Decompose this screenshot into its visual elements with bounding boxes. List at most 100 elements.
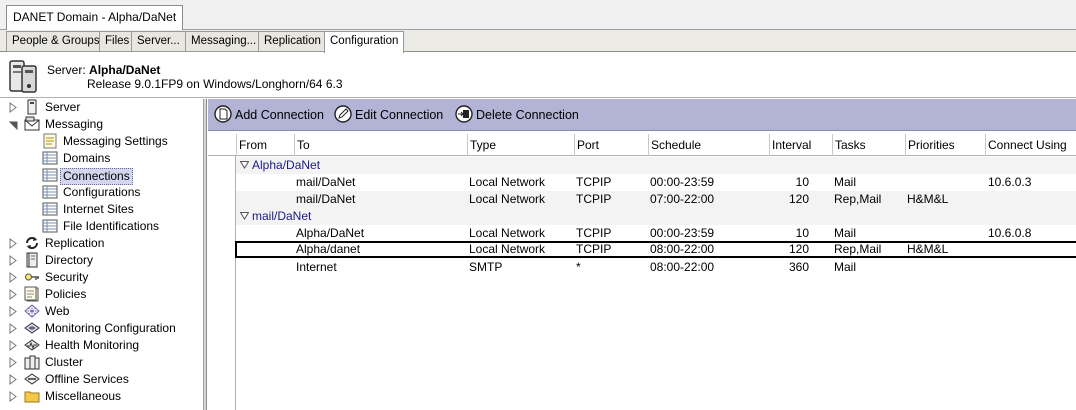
expand-triangle-icon[interactable] — [9, 306, 18, 317]
cell-tasks: Mail — [834, 175, 857, 189]
expand-triangle-icon[interactable] — [9, 289, 18, 300]
tree-item-configurations[interactable]: Configurations — [0, 184, 200, 201]
tree-item-connections[interactable]: Connections — [0, 167, 200, 185]
add-connection-button[interactable]: Add Connection — [214, 104, 330, 126]
expand-triangle-icon[interactable] — [9, 272, 18, 283]
delete-connection-button[interactable]: Delete Connection — [455, 104, 585, 126]
server-header: Server: Alpha/DaNet Release 9.0.1FP9 on … — [0, 53, 1076, 98]
cell-port: TCPIP — [576, 192, 612, 206]
connections-grid: From To Type Port Schedule Interval Task… — [208, 131, 1076, 410]
tree-item-health-monitoring[interactable]: Health Monitoring — [0, 337, 200, 354]
tree-item-internet-sites[interactable]: Internet Sites — [0, 201, 200, 218]
action-label: Add Connection — [235, 108, 324, 122]
server-tower-icon — [9, 60, 37, 93]
expand-triangle-icon[interactable] — [9, 255, 18, 266]
window-tab-domain[interactable]: DANET Domain - Alpha/DaNet — [6, 5, 184, 30]
tree-label: Policies — [45, 287, 87, 301]
tree-label: Connections — [60, 168, 133, 185]
column-header-row: From To Type Port Schedule Interval Task… — [208, 134, 1076, 156]
cell-schedule: 07:00-22:00 — [650, 192, 715, 206]
cell-to: mail/DaNet — [296, 175, 356, 189]
edit-connection-button[interactable]: Edit Connection — [334, 104, 452, 126]
tree-item-monitoring-configuration[interactable]: Monitoring Configuration — [0, 320, 200, 337]
tree-item-server[interactable]: Server — [0, 99, 200, 116]
collapse-triangle-icon[interactable] — [240, 212, 249, 220]
action-bar: Add Connection Edit Connection Delete Co… — [208, 99, 1076, 131]
tree-item-security[interactable]: Security — [0, 269, 200, 286]
collapse-triangle-icon[interactable] — [240, 161, 249, 169]
tree-item-directory[interactable]: Directory — [0, 252, 200, 269]
column-header-from[interactable]: From — [236, 134, 294, 156]
mail-icon — [24, 116, 40, 131]
tab-replication[interactable]: Replication — [258, 31, 327, 52]
column-header-schedule[interactable]: Schedule — [648, 134, 769, 156]
tree-label: Internet Sites — [63, 202, 134, 216]
cell-to: Alpha/danet — [296, 242, 361, 256]
directory-icon — [26, 252, 38, 268]
table-row[interactable]: mail/DaNet Local Network TCPIP 07:00-22:… — [236, 191, 1076, 208]
tree-label: File Identifications — [63, 219, 160, 233]
table-row[interactable]: mail/DaNet Local Network TCPIP 00:00-23:… — [236, 174, 1076, 191]
tab-messaging[interactable]: Messaging... — [185, 31, 263, 52]
tab-configuration[interactable]: Configuration — [324, 31, 405, 53]
column-header-interval[interactable]: Interval — [769, 134, 832, 156]
cell-connect-using: 10.6.0.3 — [988, 175, 1032, 189]
cell-to: Alpha/DaNet — [296, 226, 365, 240]
tree-item-policies[interactable]: Policies — [0, 286, 200, 303]
column-header-tasks[interactable]: Tasks — [832, 134, 905, 156]
column-header-to[interactable]: To — [294, 134, 467, 156]
tree-item-messaging[interactable]: Messaging — [0, 116, 200, 133]
table-row[interactable]: Alpha/DaNet Local Network TCPIP 00:00-23… — [236, 225, 1076, 242]
view-icon — [42, 202, 58, 216]
monitoring-icon — [24, 322, 40, 334]
column-header-priorities[interactable]: Priorities — [905, 134, 985, 156]
expand-triangle-icon[interactable] — [9, 102, 18, 113]
tree-label: Directory — [45, 253, 94, 267]
pane-splitter[interactable] — [204, 99, 207, 410]
expand-triangle-icon[interactable] — [9, 357, 18, 368]
tab-people-groups[interactable]: People & Groups — [6, 31, 106, 52]
tree-item-file-identifications[interactable]: File Identifications — [0, 218, 200, 235]
key-icon — [25, 273, 39, 281]
tree-item-web[interactable]: Web — [0, 303, 200, 320]
column-header-port[interactable]: Port — [574, 134, 648, 156]
tab-files[interactable]: Files — [99, 31, 136, 52]
category-row[interactable]: Alpha/DaNet — [236, 157, 1076, 174]
expand-triangle-icon[interactable] — [9, 323, 18, 334]
cell-connect-using: 10.6.0.8 — [988, 226, 1032, 240]
tree-label: Security — [45, 270, 89, 284]
tree-label: Messaging — [45, 117, 104, 131]
collapse-triangle-icon[interactable] — [9, 119, 18, 130]
expand-triangle-icon[interactable] — [9, 391, 18, 402]
cell-type: SMTP — [469, 260, 503, 274]
tree-item-messaging-settings[interactable]: Messaging Settings — [0, 133, 200, 150]
cell-interval: 10 — [795, 175, 809, 189]
table-row[interactable]: Internet SMTP * 08:00-22:00 360 Mail — [236, 259, 1076, 276]
column-header-type[interactable]: Type — [467, 134, 574, 156]
tree-label: Monitoring Configuration — [45, 321, 176, 335]
tree-item-offline-services[interactable]: Offline Services — [0, 371, 200, 388]
tab-server[interactable]: Server... — [131, 31, 186, 52]
navigation-tree: Server Messaging Messaging Settings Doma… — [0, 99, 204, 410]
health-icon — [24, 339, 40, 351]
pencil-icon — [334, 105, 352, 123]
expand-triangle-icon[interactable] — [9, 340, 18, 351]
expand-triangle-icon[interactable] — [9, 238, 18, 249]
tree-item-replication[interactable]: Replication — [0, 235, 200, 252]
tree-item-domains[interactable]: Domains — [0, 150, 200, 167]
cell-schedule: 00:00-23:59 — [650, 175, 715, 189]
tree-item-miscellaneous[interactable]: Miscellaneous — [0, 388, 200, 405]
server-icon — [27, 99, 37, 115]
cell-type: Local Network — [469, 192, 546, 206]
settings-doc-icon — [43, 133, 57, 149]
table-row-focused[interactable]: Alpha/danet Local Network TCPIP 08:00-22… — [235, 241, 1076, 258]
expand-triangle-icon[interactable] — [9, 374, 18, 385]
cell-type: Local Network — [469, 242, 546, 256]
tree-item-cluster[interactable]: Cluster — [0, 354, 200, 371]
column-header-connect-using[interactable]: Connect Using — [985, 134, 1076, 156]
category-row[interactable]: mail/DaNet — [236, 208, 1076, 225]
offline-icon — [24, 373, 40, 385]
delete-icon — [455, 105, 473, 123]
tree-label: Replication — [45, 236, 105, 250]
category-label: Alpha/DaNet — [252, 158, 321, 172]
